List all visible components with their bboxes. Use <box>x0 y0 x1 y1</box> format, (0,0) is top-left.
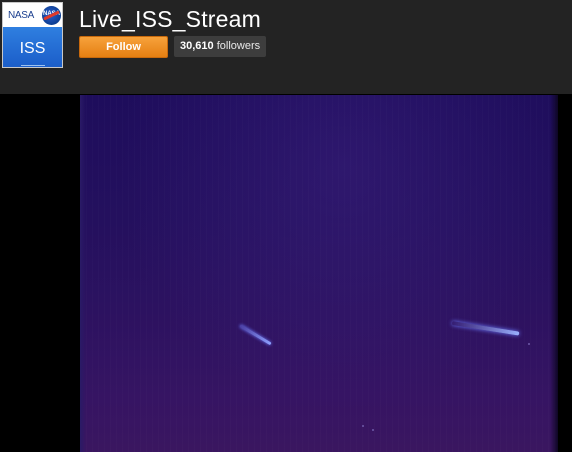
followers-label: followers <box>216 40 261 52</box>
avatar-logo-strip: NASA NASA <box>3 3 62 27</box>
light-streak <box>451 321 520 336</box>
avatar-divider <box>21 65 45 66</box>
channel-title[interactable]: Live_ISS_Stream <box>79 6 261 33</box>
follow-button[interactable]: Follow <box>79 36 168 58</box>
channel-avatar[interactable]: NASA NASA ISS <box>2 2 63 68</box>
speck <box>372 429 374 431</box>
speck <box>528 343 530 345</box>
followers-badge: 30,610 followers <box>174 36 267 57</box>
frame-edge-right <box>550 95 558 452</box>
followers-count: 30,610 <box>180 40 214 52</box>
frame-edge-left <box>80 95 86 452</box>
speck <box>362 425 364 427</box>
avatar-label: ISS <box>19 40 46 57</box>
light-streak <box>239 324 272 346</box>
nasa-logo-icon: NASA <box>42 6 61 25</box>
video-player[interactable] <box>0 95 572 452</box>
live-video-frame[interactable] <box>80 95 558 452</box>
nasa-wordmark: NASA <box>8 10 35 21</box>
channel-header: NASA NASA ISS Live_ISS_Stream Follow 30,… <box>0 0 572 94</box>
nasa-logo-text: NASA <box>42 11 60 17</box>
